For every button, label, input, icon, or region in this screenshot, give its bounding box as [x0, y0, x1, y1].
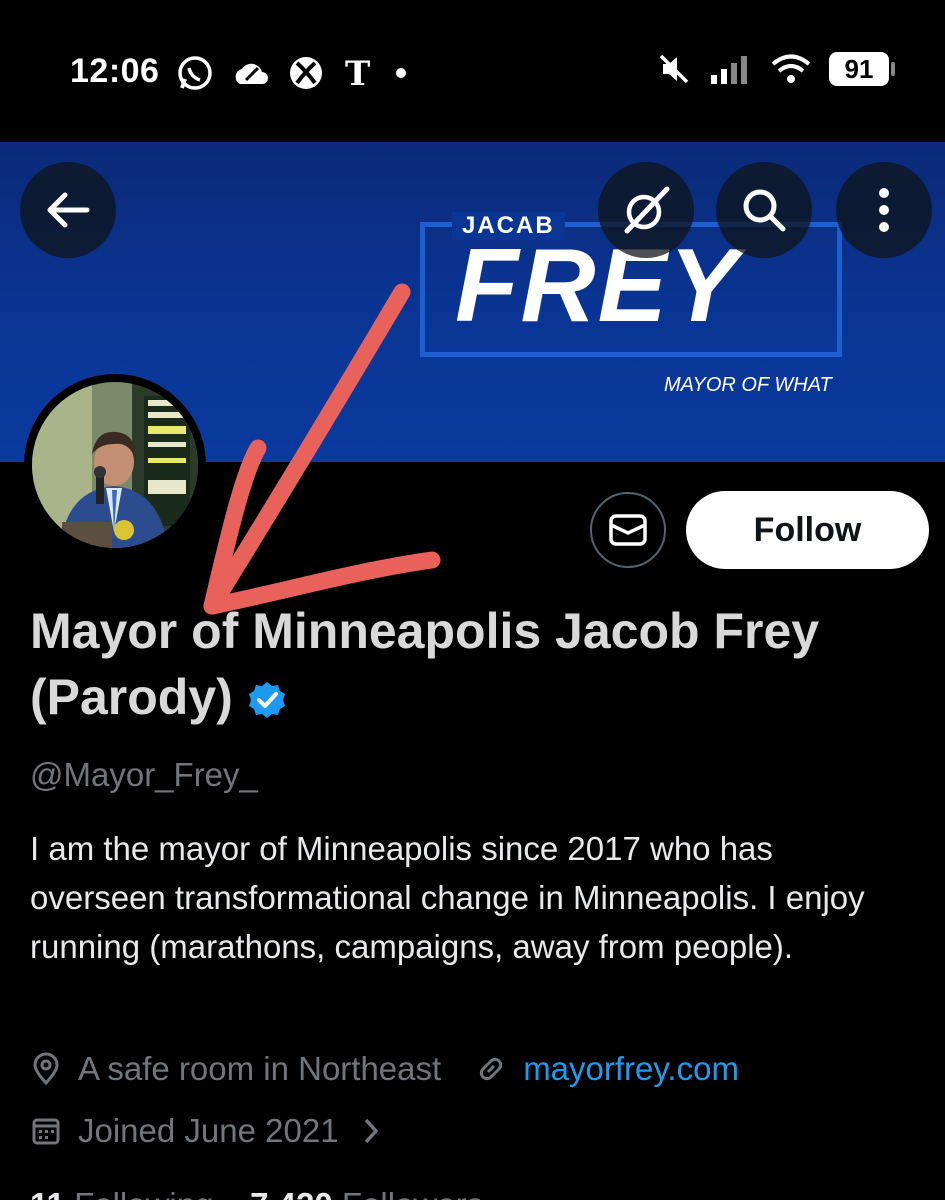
more-button[interactable]	[836, 162, 932, 258]
following-label[interactable]: Following	[74, 1186, 213, 1200]
calendar-icon	[30, 1115, 62, 1147]
banner-tagline: MAYOR OF WHAT	[664, 374, 832, 396]
display-name: Mayor of Minneapolis Jacob Frey (Parody)	[30, 598, 910, 736]
joined-row[interactable]: Joined June 2021	[30, 1112, 397, 1150]
followers-count[interactable]: 7,420	[250, 1186, 333, 1200]
search-button[interactable]	[716, 162, 812, 258]
avatar[interactable]	[24, 374, 206, 556]
back-button[interactable]	[20, 162, 116, 258]
followers-label[interactable]: Followers	[342, 1186, 483, 1200]
back-arrow-icon	[47, 192, 90, 228]
xbox-icon	[290, 57, 322, 89]
status-time: 12:06	[70, 52, 160, 90]
more-vertical-icon	[879, 188, 889, 232]
grok-icon	[624, 186, 670, 234]
following-count[interactable]: 11	[30, 1186, 65, 1200]
bio: I am the mayor of Minneapolis since 2017…	[30, 830, 865, 965]
search-icon	[743, 189, 786, 232]
status-bar: 12:06 T 91	[0, 0, 945, 142]
system-icons: 91	[657, 52, 895, 86]
dot-icon	[396, 68, 406, 78]
verified-badge-icon[interactable]	[247, 670, 287, 736]
notification-icons: T	[176, 54, 408, 92]
banner-big-text: FREY	[455, 228, 741, 344]
message-button[interactable]	[590, 492, 666, 568]
display-name-text: Mayor of Minneapolis Jacob Frey (Parody)	[30, 603, 820, 725]
nyt-icon: T	[345, 55, 370, 91]
wifi-icon	[771, 54, 811, 83]
avatar-photo	[32, 382, 198, 548]
website-link[interactable]: mayorfrey.com	[523, 1050, 739, 1088]
profile-meta-row: A safe room in Northeast mayorfrey.com	[30, 1050, 739, 1088]
battery-indicator: 91	[829, 52, 895, 86]
mute-icon	[659, 54, 689, 84]
location-text: A safe room in Northeast	[78, 1050, 442, 1087]
grok-button[interactable]	[598, 162, 694, 258]
signal-icon	[711, 56, 747, 84]
chevron-right-icon	[361, 1116, 381, 1146]
joined-text: Joined June 2021	[78, 1112, 339, 1149]
link-icon	[475, 1053, 507, 1085]
follow-button[interactable]: Follow	[686, 491, 929, 569]
location-icon	[30, 1052, 62, 1086]
whatsapp-icon	[178, 56, 212, 90]
envelope-icon	[609, 514, 647, 546]
svg-text:T: T	[345, 55, 370, 91]
handle: @Mayor_Frey_	[30, 756, 258, 793]
follow-stats: 11 Following 7,420 Followers	[30, 1186, 483, 1200]
cloud-icon	[235, 63, 268, 84]
